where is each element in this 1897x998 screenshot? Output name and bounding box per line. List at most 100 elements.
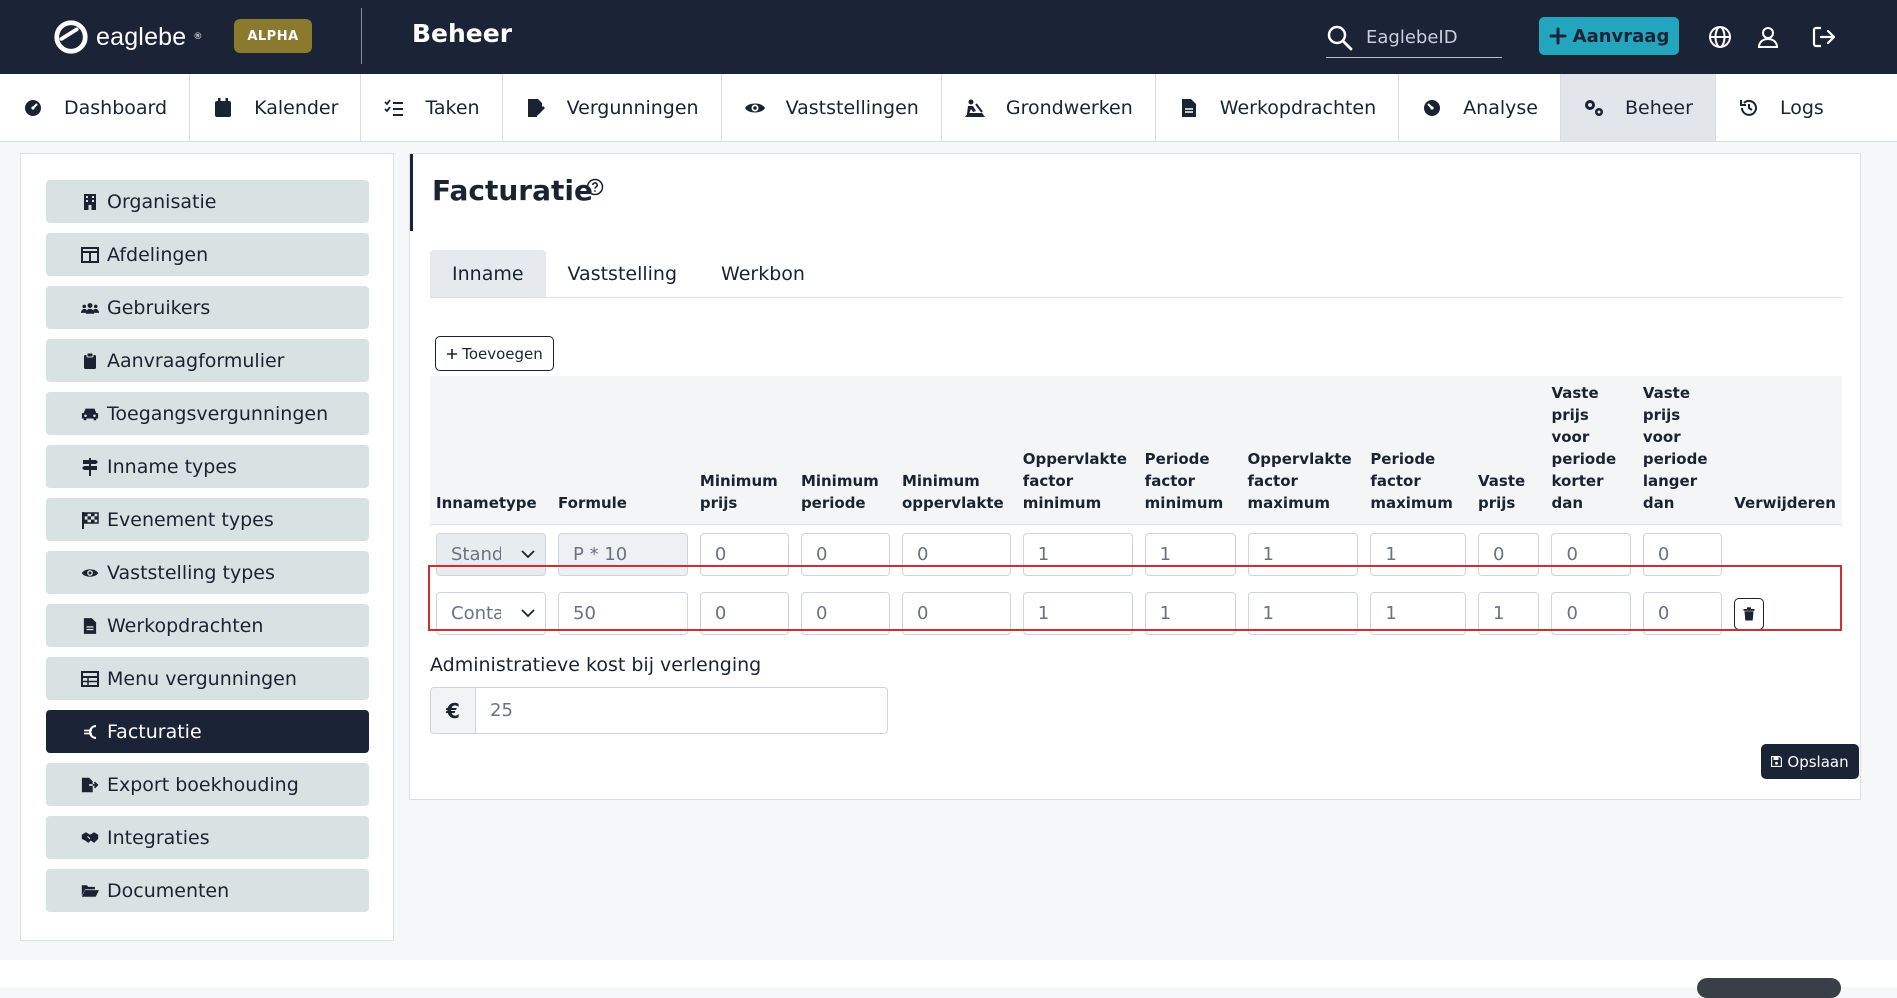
sidebar-item-label: Gebruikers bbox=[107, 296, 211, 319]
search-icon[interactable] bbox=[1326, 24, 1354, 52]
nav-label: Taken bbox=[425, 96, 480, 119]
vaste-prijs-input[interactable]: 1 bbox=[1477, 592, 1540, 635]
sidebar-item-gebruikers[interactable]: Gebruikers bbox=[46, 286, 369, 329]
nav-item-dashboard[interactable]: Dashboard bbox=[0, 74, 191, 141]
minimum-oppervlakte-input[interactable]: 0 bbox=[901, 592, 1011, 635]
table-columns-icon bbox=[81, 246, 99, 264]
tab-vaststelling[interactable]: Vaststelling bbox=[546, 250, 700, 297]
periode-factor-minimum-input[interactable]: 1 bbox=[1144, 533, 1236, 576]
eaglebe-logo-icon bbox=[54, 20, 88, 54]
oppervlakte-factor-minimum-input[interactable]: 1 bbox=[1022, 592, 1133, 635]
sidebar-item-export-boekhouding[interactable]: Export boekhouding bbox=[46, 763, 369, 806]
euro-prefix: € bbox=[431, 688, 476, 733]
add-button[interactable]: Toevoegen bbox=[435, 336, 554, 371]
tab-inname[interactable]: Inname bbox=[430, 250, 546, 297]
formule-input[interactable]: 50 bbox=[558, 592, 688, 635]
periode-factor-maximum-input[interactable]: 1 bbox=[1370, 533, 1466, 576]
minimum-periode-input[interactable]: 0 bbox=[800, 533, 890, 576]
nav-item-werkopdrachten[interactable]: Werkopdrachten bbox=[1156, 74, 1400, 141]
logo-trademark: ® bbox=[193, 32, 203, 42]
sidebar-item-inname-types[interactable]: Inname types bbox=[46, 445, 369, 488]
sidebar-item-label: Menu vergunningen bbox=[107, 667, 297, 690]
sidebar-item-documenten[interactable]: Documenten bbox=[46, 869, 369, 912]
logout-icon[interactable] bbox=[1809, 22, 1839, 52]
search-input[interactable] bbox=[1366, 27, 1496, 48]
sidebar-item-label: Documenten bbox=[107, 879, 230, 902]
oppervlakte-factor-minimum-input[interactable]: 1 bbox=[1022, 533, 1133, 576]
sidebar-item-integraties[interactable]: Integraties bbox=[46, 816, 369, 859]
permit-icon bbox=[525, 97, 547, 119]
file-icon bbox=[81, 617, 99, 635]
globe-icon[interactable] bbox=[1705, 22, 1735, 52]
nav-label: Dashboard bbox=[64, 96, 168, 119]
sidebar-item-label: Werkopdrachten bbox=[107, 614, 264, 637]
column-header: Minimum prijs bbox=[693, 376, 795, 525]
nav-item-kalender[interactable]: Kalender bbox=[190, 74, 362, 141]
nav-label: Grondwerken bbox=[1005, 96, 1133, 119]
nav-item-taken[interactable]: Taken bbox=[361, 74, 503, 141]
periode-factor-maximum-input[interactable]: 1 bbox=[1370, 592, 1466, 635]
vaste-prijs-korter-input[interactable]: 0 bbox=[1551, 592, 1631, 635]
oppervlakte-factor-maximum-input[interactable]: 1 bbox=[1247, 592, 1359, 635]
nav-item-beheer[interactable]: Beheer bbox=[1560, 74, 1716, 141]
save-button[interactable]: Opslaan bbox=[1761, 744, 1859, 779]
nav-label: Analyse bbox=[1463, 96, 1538, 119]
nav-label: Logs bbox=[1779, 96, 1824, 119]
column-header: Vaste prijs voor periode korter dan bbox=[1545, 376, 1637, 525]
sidebar-item-toegangsvergunningen[interactable]: Toegangsvergunningen bbox=[46, 392, 369, 435]
eye-icon bbox=[744, 97, 766, 119]
top-bar: eaglebe ® ALPHA Beheer Aanvraag bbox=[0, 0, 1897, 74]
nav-item-vaststellingen[interactable]: Vaststellingen bbox=[722, 74, 942, 141]
innametype-select[interactable]: Container bbox=[436, 592, 546, 635]
help-icon[interactable] bbox=[586, 178, 604, 196]
sidebar-item-werkopdrachten[interactable]: Werkopdrachten bbox=[46, 604, 369, 647]
vaste-prijs-korter-input[interactable]: 0 bbox=[1551, 533, 1631, 576]
nav-label: Beheer bbox=[1624, 96, 1693, 119]
sidebar-item-evenement-types[interactable]: Evenement types bbox=[46, 498, 369, 541]
minimum-prijs-input[interactable]: 0 bbox=[699, 533, 789, 576]
title-accent-bar bbox=[410, 154, 413, 231]
sidebar-item-label: Evenement types bbox=[107, 508, 274, 531]
sidebar-item-label: Toegangsvergunningen bbox=[107, 402, 329, 425]
plus-icon bbox=[1549, 27, 1567, 45]
chevron-down-icon bbox=[521, 609, 535, 618]
formule-input[interactable]: P * 10 bbox=[558, 533, 688, 576]
euro-icon bbox=[81, 723, 99, 741]
nav-item-analyse[interactable]: Analyse bbox=[1399, 74, 1561, 141]
vaste-prijs-input[interactable]: 0 bbox=[1477, 533, 1540, 576]
periode-factor-minimum-input[interactable]: 1 bbox=[1144, 592, 1236, 635]
nav-item-grondwerken[interactable]: Grondwerken bbox=[942, 74, 1156, 141]
vaste-prijs-langer-input[interactable]: 0 bbox=[1642, 592, 1723, 635]
nav-item-logs[interactable]: Logs bbox=[1716, 74, 1846, 141]
sidebar-item-label: Inname types bbox=[107, 455, 237, 478]
sidebar-item-organisatie[interactable]: Organisatie bbox=[46, 180, 369, 223]
admin-cost-input[interactable] bbox=[476, 688, 887, 733]
nav-item-vergunningen[interactable]: Vergunningen bbox=[503, 74, 722, 141]
sidebar-item-vaststelling-types[interactable]: Vaststelling types bbox=[46, 551, 369, 594]
oppervlakte-factor-maximum-input[interactable]: 1 bbox=[1247, 533, 1359, 576]
tab-werkbon[interactable]: Werkbon bbox=[699, 250, 827, 297]
sidebar-item-label: Vaststelling types bbox=[107, 561, 275, 584]
sidebar-item-afdelingen[interactable]: Afdelingen bbox=[46, 233, 369, 276]
minimum-oppervlakte-input[interactable]: 0 bbox=[901, 533, 1011, 576]
logo[interactable]: eaglebe ® bbox=[52, 18, 202, 56]
sidebar-item-label: Afdelingen bbox=[107, 243, 209, 266]
delete-row-button[interactable] bbox=[1734, 597, 1765, 630]
minimum-periode-input[interactable]: 0 bbox=[800, 592, 890, 635]
tabs: Inname Vaststelling Werkbon bbox=[430, 250, 1842, 298]
column-header: Minimum oppervlakte bbox=[895, 376, 1017, 525]
main-nav: Dashboard Kalender Taken Vergunningen Va… bbox=[0, 74, 1897, 142]
user-icon[interactable] bbox=[1753, 22, 1783, 52]
innametype-select[interactable]: Standaard bbox=[436, 533, 546, 576]
footer-pill bbox=[1697, 978, 1841, 998]
sidebar-item-aanvraagformulier[interactable]: Aanvraagformulier bbox=[46, 339, 369, 382]
sidebar-item-menu-vergunningen[interactable]: Menu vergunningen bbox=[46, 657, 369, 700]
eye-icon bbox=[81, 564, 99, 582]
column-header: Periode factor maximum bbox=[1364, 376, 1472, 525]
column-header: Vaste prijs bbox=[1471, 376, 1546, 525]
aanvraag-button[interactable]: Aanvraag bbox=[1539, 17, 1679, 55]
sidebar-item-facturatie[interactable]: Facturatie bbox=[46, 710, 369, 753]
minimum-prijs-input[interactable]: 0 bbox=[699, 592, 789, 635]
sidebar-item-label: Facturatie bbox=[107, 720, 202, 743]
vaste-prijs-langer-input[interactable]: 0 bbox=[1642, 533, 1723, 576]
